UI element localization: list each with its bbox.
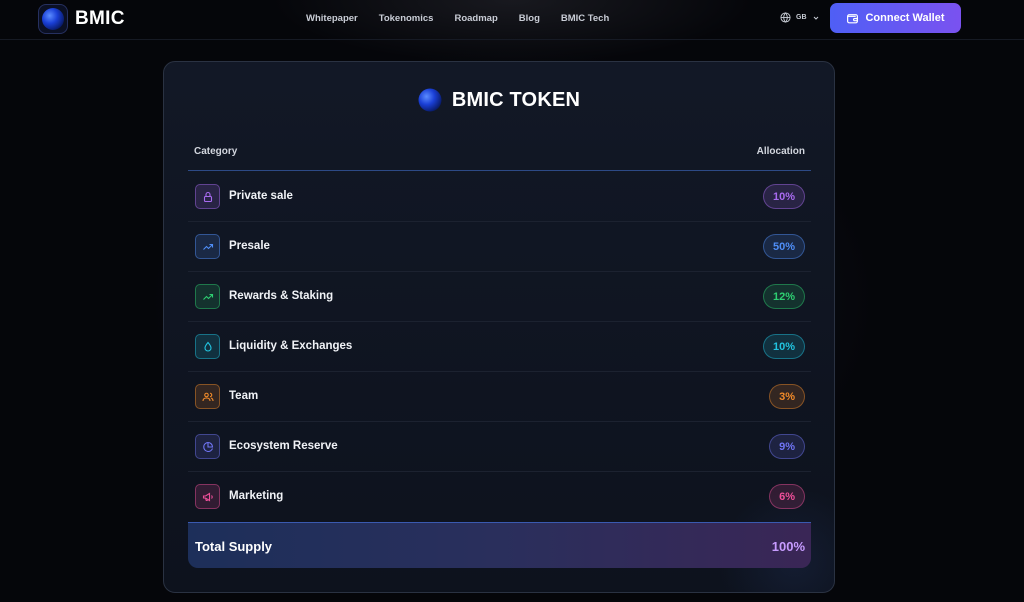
- allocation-badge: 10%: [762, 334, 805, 359]
- table-row: Liquidity & Exchanges 10%: [188, 322, 811, 372]
- main-nav: Whitepaper Tokenomics Roadmap Blog BMIC …: [306, 13, 609, 24]
- nav-link-whitepaper[interactable]: Whitepaper: [306, 13, 358, 24]
- allocation-badge: 12%: [762, 284, 805, 309]
- card-title-text: BMIC TOKEN: [451, 88, 581, 111]
- table-row: Team 3%: [188, 372, 811, 422]
- wallet-icon: [846, 12, 859, 25]
- droplet-icon: [195, 334, 220, 359]
- trending-up-icon: [195, 284, 220, 309]
- brand-logo-icon: [38, 4, 68, 34]
- card-title: BMIC TOKEN: [164, 88, 834, 112]
- lock-icon: [195, 184, 220, 209]
- nav-link-blog[interactable]: Blog: [519, 13, 540, 24]
- row-label: Rewards & Staking: [229, 290, 334, 302]
- table-header: Category Allocation: [188, 140, 811, 171]
- column-header-category: Category: [194, 146, 238, 157]
- tokenomics-card: BMIC TOKEN Category Allocation Private s…: [163, 61, 835, 593]
- row-label: Presale: [229, 240, 270, 252]
- pie-chart-icon: [195, 434, 220, 459]
- total-supply-value: 100%: [771, 539, 805, 554]
- row-label: Liquidity & Exchanges: [229, 340, 353, 352]
- top-navbar: BMIC Whitepaper Tokenomics Roadmap Blog …: [0, 0, 1024, 40]
- allocation-badge: 9%: [769, 434, 805, 459]
- brand[interactable]: BMIC: [38, 4, 125, 34]
- row-label: Team: [229, 390, 259, 402]
- allocation-badge: 50%: [762, 234, 805, 259]
- table-row: Ecosystem Reserve 9%: [188, 422, 811, 472]
- language-code: GB: [796, 14, 807, 21]
- table-row: Private sale 10%: [188, 172, 811, 222]
- table-row: Marketing 6%: [188, 472, 811, 522]
- language-selector[interactable]: GB: [780, 12, 820, 23]
- allocation-badge: 3%: [769, 384, 805, 409]
- brand-name: BMIC: [75, 8, 125, 29]
- chevron-down-icon: [812, 14, 820, 22]
- allocation-badge: 6%: [769, 484, 805, 509]
- token-orb-icon: [418, 88, 442, 112]
- connect-wallet-button[interactable]: Connect Wallet: [830, 3, 961, 33]
- trending-up-icon: [195, 234, 220, 259]
- nav-link-tokenomics[interactable]: Tokenomics: [379, 13, 434, 24]
- nav-link-bmic-tech[interactable]: BMIC Tech: [561, 13, 609, 24]
- total-supply-label: Total Supply: [195, 539, 273, 554]
- megaphone-icon: [195, 484, 220, 509]
- row-label: Ecosystem Reserve: [229, 440, 338, 452]
- globe-icon: [780, 12, 791, 23]
- users-icon: [195, 384, 220, 409]
- column-header-allocation: Allocation: [756, 146, 805, 157]
- table-row: Rewards & Staking 12%: [188, 272, 811, 322]
- table-row: Presale 50%: [188, 222, 811, 272]
- connect-wallet-label: Connect Wallet: [865, 12, 945, 24]
- nav-link-roadmap[interactable]: Roadmap: [454, 13, 497, 24]
- total-supply-row: Total Supply 100%: [188, 522, 811, 568]
- allocation-badge: 10%: [762, 184, 805, 209]
- row-label: Marketing: [229, 490, 284, 502]
- row-label: Private sale: [229, 190, 293, 202]
